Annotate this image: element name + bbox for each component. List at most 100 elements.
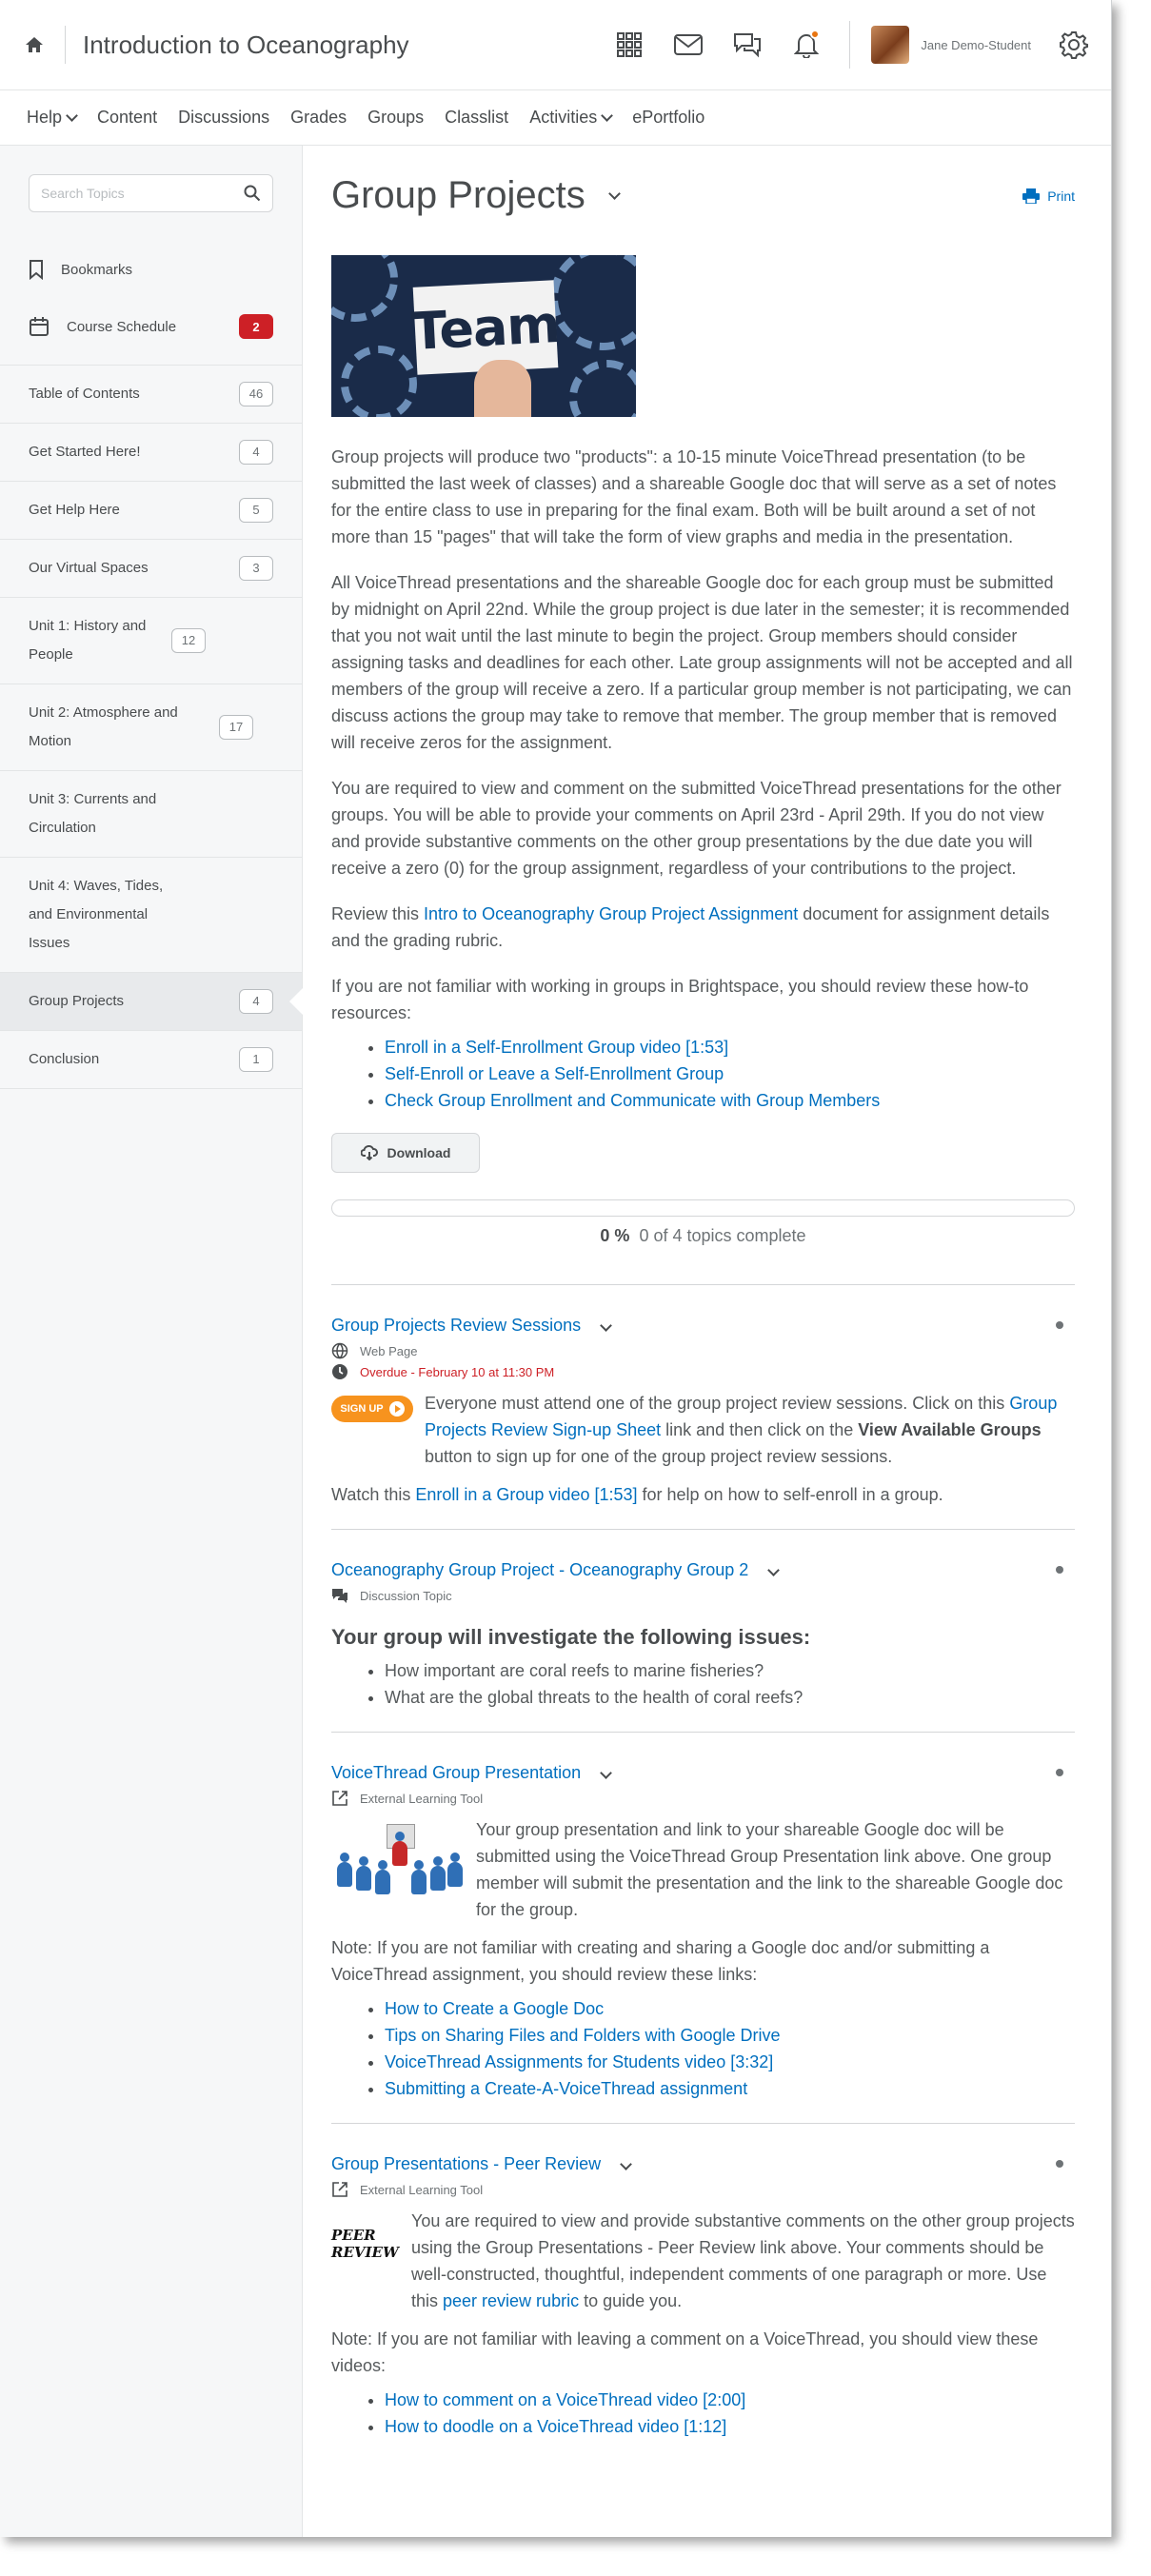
toc-item-table-of-contents[interactable]: Table of Contents 46 — [0, 366, 302, 424]
comment-video-link[interactable]: How to comment on a VoiceThread video [2… — [385, 2390, 745, 2409]
resource-link[interactable]: Check Group Enrollment and Communicate w… — [385, 1091, 880, 1110]
peer-review-image: PEER REVIEW — [331, 2227, 399, 2261]
home-icon[interactable] — [21, 31, 48, 58]
course-selector-grid-icon[interactable] — [613, 29, 645, 61]
hand-shape — [474, 360, 531, 417]
list-item: Tips on Sharing Files and Folders with G… — [385, 2022, 1075, 2049]
intro-paragraph-4: Review this Intro to Oceanography Group … — [331, 904, 1050, 950]
download-button[interactable]: Download — [331, 1133, 480, 1173]
gear-shape — [331, 255, 398, 322]
settings-gear-icon[interactable] — [1058, 29, 1090, 61]
toc-item-virtual-spaces[interactable]: Our Virtual Spaces 3 — [0, 540, 302, 598]
course-schedule-label: Course Schedule — [67, 318, 177, 335]
issues-heading: Your group will investigate the followin… — [331, 1625, 811, 1649]
search-icon[interactable] — [244, 185, 261, 202]
print-button[interactable]: Print — [1022, 188, 1075, 204]
nav-discussions[interactable]: Discussions — [178, 108, 269, 128]
bookmarks-link[interactable]: Bookmarks — [0, 241, 302, 298]
topic-description: You are required to view and provide sub… — [411, 2211, 1075, 2310]
presenter-shape — [392, 1832, 407, 1866]
team-image: Team — [331, 255, 636, 417]
nav-activities[interactable]: Activities — [529, 108, 614, 128]
user-menu[interactable]: Jane Demo-Student — [849, 21, 1031, 69]
person-shape — [447, 1853, 463, 1887]
voicethread-assignments-link[interactable]: VoiceThread Assignments for Students vid… — [385, 2052, 773, 2071]
toc-count: 4 — [239, 989, 273, 1014]
topic-review-sessions: Group Projects Review Sessions Web Page … — [331, 1284, 1075, 1529]
peer-review-rubric-link[interactable]: peer review rubric — [443, 2291, 579, 2310]
nav-help[interactable]: Help — [27, 108, 78, 128]
topic-title-link[interactable]: Group Projects Review Sessions — [331, 1312, 581, 1338]
voicethread-links-list: How to Create a Google Doc Tips on Shari… — [385, 1995, 1075, 2102]
sharing-files-link[interactable]: Tips on Sharing Files and Folders with G… — [385, 2026, 781, 2045]
nav-grades[interactable]: Grades — [290, 108, 347, 128]
notifications-bell-icon[interactable] — [790, 29, 823, 61]
nav-content[interactable]: Content — [97, 108, 157, 128]
gear-shape — [341, 346, 417, 417]
toc-item-group-projects[interactable]: Group Projects 4 — [0, 973, 303, 1031]
mail-icon[interactable] — [672, 29, 704, 61]
toc-item-unit-3[interactable]: Unit 3: Currents and Circulation — [0, 771, 302, 858]
toc-item-unit-1[interactable]: Unit 1: History and People 12 — [0, 598, 302, 684]
chevron-down-icon[interactable] — [767, 1564, 781, 1576]
assignment-document-link[interactable]: Intro to Oceanography Group Project Assi… — [424, 904, 798, 923]
nav-classlist[interactable]: Classlist — [445, 108, 508, 128]
resource-link[interactable]: Self-Enroll or Leave a Self-Enrollment G… — [385, 1064, 724, 1083]
list-item: Check Group Enrollment and Communicate w… — [385, 1087, 1075, 1114]
topic-description: Everyone must attend one of the group pr… — [425, 1394, 1058, 1466]
list-item: How to Create a Google Doc — [385, 1995, 1075, 2022]
nav-groups[interactable]: Groups — [367, 108, 424, 128]
sidebar: Bookmarks Course Schedule 2 Table of Con… — [0, 146, 303, 2537]
peer-review-links-list: How to comment on a VoiceThread video [2… — [385, 2387, 1075, 2440]
topic-head: Group Presentations - Peer Review — [331, 2150, 1075, 2177]
chevron-down-icon[interactable] — [620, 2158, 633, 2170]
intro-paragraph-5: If you are not familiar with working in … — [331, 977, 1029, 1022]
toc-item-conclusion[interactable]: Conclusion 1 — [0, 1031, 302, 1089]
google-doc-link[interactable]: How to Create a Google Doc — [385, 1999, 604, 2018]
create-voicethread-link[interactable]: Submitting a Create-A-VoiceThread assign… — [385, 2079, 747, 2098]
course-schedule-badge: 2 — [239, 314, 273, 339]
content-layout: Bookmarks Course Schedule 2 Table of Con… — [0, 146, 1111, 2537]
chevron-down-icon[interactable] — [600, 1319, 612, 1332]
toc-count: 46 — [239, 382, 273, 406]
topic-body: PEER REVIEW You are required to view and… — [331, 2208, 1075, 2314]
topic-oceanography-group: Oceanography Group Project - Oceanograph… — [331, 1529, 1075, 1732]
topic-title-link[interactable]: Group Presentations - Peer Review — [331, 2150, 601, 2177]
topic-title-link[interactable]: Oceanography Group Project - Oceanograph… — [331, 1556, 748, 1583]
course-schedule-link[interactable]: Course Schedule 2 — [0, 298, 302, 355]
search-input[interactable] — [41, 186, 244, 201]
toc-count: 4 — [239, 440, 273, 465]
list-item: What are the global threats to the healt… — [385, 1684, 1075, 1711]
resource-link[interactable]: Enroll in a Self-Enrollment Group video … — [385, 1038, 728, 1057]
chat-icon[interactable] — [731, 29, 764, 61]
topic-title-link[interactable]: VoiceThread Group Presentation — [331, 1759, 581, 1786]
topic-head: Group Projects Review Sessions — [331, 1312, 1075, 1338]
search-box — [29, 174, 273, 212]
enroll-video-link[interactable]: Enroll in a Group video [1:53] — [415, 1485, 637, 1504]
title-options-chevron-down-icon[interactable] — [607, 187, 621, 200]
play-icon — [388, 1401, 405, 1417]
unread-dot — [1056, 2160, 1063, 2168]
toc-item-unit-4[interactable]: Unit 4: Waves, Tides, and Environmental … — [0, 858, 302, 973]
nav-eportfolio[interactable]: ePortfolio — [632, 108, 704, 128]
list-item: How to comment on a VoiceThread video [2… — [385, 2387, 1075, 2413]
doodle-video-link[interactable]: How to doodle on a VoiceThread video [1:… — [385, 2417, 726, 2436]
chevron-down-icon[interactable] — [600, 1767, 613, 1779]
team-card: Team — [410, 280, 561, 375]
progress-bar — [331, 1199, 1075, 1217]
toc-item-unit-2[interactable]: Unit 2: Atmosphere and Motion 17 — [0, 684, 302, 771]
toc-count: 5 — [239, 498, 273, 523]
toc-item-get-help[interactable]: Get Help Here 5 — [0, 482, 302, 540]
person-shape — [430, 1856, 446, 1891]
peer-review-note: Note: If you are not familiar with leavi… — [331, 2329, 1039, 2375]
list-item: Self-Enroll or Leave a Self-Enrollment G… — [385, 1060, 1075, 1087]
course-title[interactable]: Introduction to Oceanography — [83, 30, 409, 60]
unread-dot — [1056, 1566, 1063, 1574]
toc-count: 17 — [219, 715, 253, 740]
topic-peer-review: Group Presentations - Peer Review Extern… — [331, 2123, 1075, 2461]
topic-body: SIGN UP Everyone must attend one of the … — [331, 1390, 1075, 1470]
topic-type: Web Page — [331, 1342, 1075, 1359]
how-to-resources-list: Enroll in a Self-Enrollment Group video … — [385, 1034, 1075, 1114]
page-frame: Introduction to Oceanography Jane Demo-S… — [0, 0, 1112, 2537]
toc-item-get-started[interactable]: Get Started Here! 4 — [0, 424, 302, 482]
